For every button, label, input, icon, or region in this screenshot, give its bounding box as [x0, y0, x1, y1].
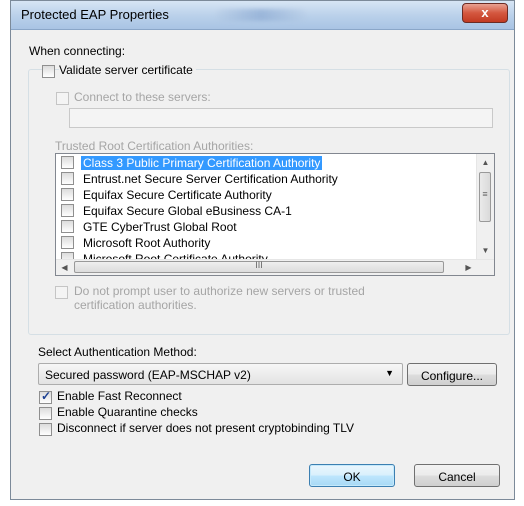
- close-button[interactable]: x: [462, 3, 508, 23]
- list-item[interactable]: Equifax Secure Certificate Authority: [56, 187, 476, 203]
- ok-button-label: OK: [343, 470, 361, 484]
- servers-input[interactable]: [69, 108, 493, 128]
- arrow-up-icon[interactable]: ▲: [477, 154, 494, 171]
- do-not-prompt-label-line2[interactable]: certification authorities.: [74, 298, 197, 312]
- list-item-label: Microsoft Root Authority: [83, 236, 211, 250]
- title-bar[interactable]: Protected EAP Properties x: [11, 1, 514, 30]
- enable-quarantine-checks-checkbox[interactable]: [39, 407, 52, 420]
- trusted-ca-list[interactable]: Class 3 Public Primary Certification Aut…: [55, 153, 495, 276]
- list-item[interactable]: Microsoft Root Authority: [56, 235, 476, 251]
- configure-button-label: Configure...: [420, 369, 484, 383]
- do-not-prompt-label-line1[interactable]: Do not prompt user to authorize new serv…: [74, 284, 365, 298]
- grip-icon: ≡: [482, 189, 488, 199]
- list-item[interactable]: Entrust.net Secure Server Certification …: [56, 171, 476, 187]
- trusted-ca-label: Trusted Root Certification Authorities:: [55, 139, 254, 153]
- when-connecting-label: When connecting:: [29, 44, 126, 58]
- arrow-left-icon[interactable]: ◀: [56, 260, 73, 275]
- window-title: Protected EAP Properties: [21, 7, 169, 22]
- cancel-button-label: Cancel: [438, 470, 476, 484]
- list-item-checkbox[interactable]: [61, 172, 74, 185]
- list-item[interactable]: Class 3 Public Primary Certification Aut…: [56, 155, 476, 171]
- vertical-scrollbar[interactable]: ▲ ≡ ▼: [476, 154, 494, 259]
- dialog-window: Protected EAP Properties x When connecti…: [10, 0, 515, 500]
- disconnect-cryptobinding-checkbox[interactable]: [39, 423, 52, 436]
- blurred-title-suffix: [216, 9, 306, 21]
- list-item-label: GTE CyberTrust Global Root: [83, 220, 237, 234]
- horizontal-scroll-thumb[interactable]: III: [74, 260, 444, 273]
- list-item-checkbox[interactable]: [61, 188, 74, 201]
- list-item[interactable]: Equifax Secure Global eBusiness CA-1: [56, 203, 476, 219]
- enable-fast-reconnect-checkbox[interactable]: [39, 389, 52, 404]
- enable-quarantine-checks-label[interactable]: Enable Quarantine checks: [57, 405, 198, 419]
- connect-to-servers-label[interactable]: Connect to these servers:: [74, 90, 211, 104]
- list-item-checkbox[interactable]: [61, 236, 74, 249]
- enable-fast-reconnect-label[interactable]: Enable Fast Reconnect: [57, 389, 182, 403]
- grip-icon: III: [255, 260, 263, 270]
- validate-server-certificate-checkbox[interactable]: [42, 65, 55, 78]
- arrow-down-icon[interactable]: ▼: [477, 242, 494, 259]
- list-item-label: Equifax Secure Certificate Authority: [83, 188, 272, 202]
- list-item-label: Equifax Secure Global eBusiness CA-1: [83, 204, 292, 218]
- auth-method-value: Secured password (EAP-MSCHAP v2): [45, 368, 251, 382]
- auth-method-select[interactable]: Secured password (EAP-MSCHAP v2) ▼: [38, 363, 403, 385]
- chevron-down-icon: ▼: [385, 368, 394, 378]
- ok-button[interactable]: OK: [309, 464, 395, 487]
- vertical-scroll-thumb[interactable]: ≡: [479, 172, 491, 222]
- list-item-label: Class 3 Public Primary Certification Aut…: [81, 156, 323, 170]
- validate-server-certificate-label[interactable]: Validate server certificate: [59, 63, 196, 77]
- dialog-content: When connecting: Validate server certifi…: [11, 30, 514, 499]
- arrow-right-icon[interactable]: ▶: [460, 260, 477, 275]
- horizontal-scrollbar[interactable]: ◀ III ▶: [56, 259, 494, 275]
- configure-button[interactable]: Configure...: [407, 363, 497, 386]
- list-item[interactable]: GTE CyberTrust Global Root: [56, 219, 476, 235]
- list-item-label: Entrust.net Secure Server Certification …: [83, 172, 338, 186]
- close-icon: x: [481, 5, 489, 20]
- do-not-prompt-checkbox[interactable]: [55, 286, 68, 299]
- list-item-checkbox[interactable]: [61, 156, 74, 169]
- auth-method-label: Select Authentication Method:: [38, 345, 197, 359]
- disconnect-cryptobinding-label[interactable]: Disconnect if server does not present cr…: [57, 421, 354, 435]
- list-item-checkbox[interactable]: [61, 204, 74, 217]
- connect-to-servers-checkbox[interactable]: [56, 92, 69, 105]
- list-item-checkbox[interactable]: [61, 220, 74, 233]
- cancel-button[interactable]: Cancel: [414, 464, 500, 487]
